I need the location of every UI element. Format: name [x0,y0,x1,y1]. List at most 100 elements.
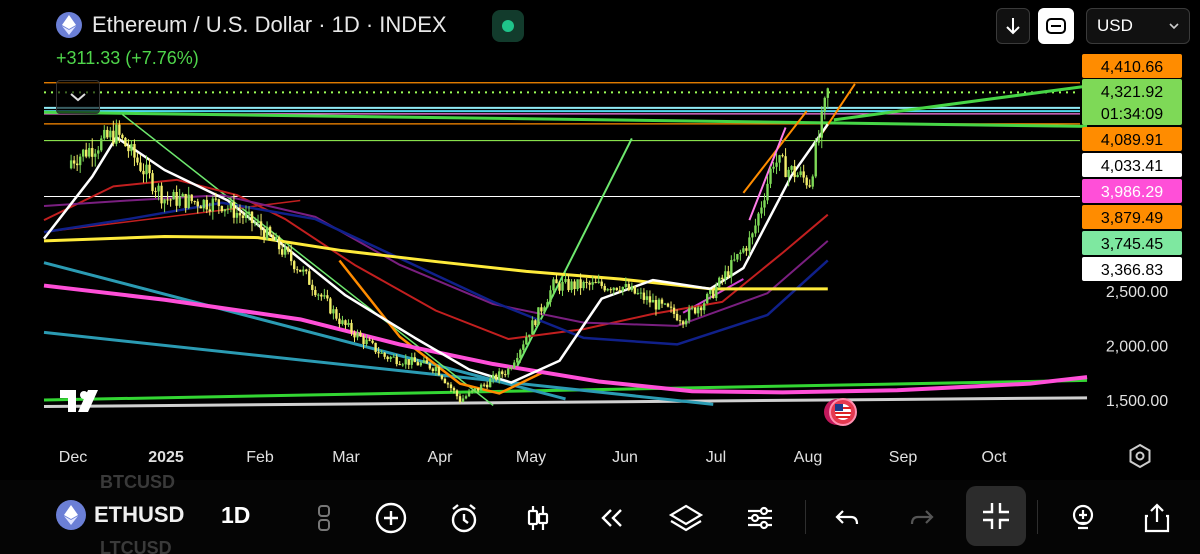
toolbar-divider [805,500,806,534]
candle-body [552,279,555,291]
candle-body [344,320,347,326]
layers-button[interactable] [666,498,706,538]
candle-body [645,296,649,300]
undo-button[interactable] [827,498,867,538]
candle-body [775,162,778,167]
candle-body [241,215,245,218]
chart-type-button[interactable] [518,498,558,538]
candle-body [639,292,643,294]
candle-body [657,299,661,310]
candle [69,154,73,170]
symbol-label: ETHUSD [94,502,185,527]
share-icon [1144,503,1170,533]
candle [609,287,612,294]
candle [760,201,763,219]
candle-body [546,302,549,308]
candle-body [133,144,136,158]
candle-body [582,281,585,289]
collapse-legend-button[interactable] [56,80,100,114]
ethereum-icon [56,12,82,38]
candle [359,330,362,337]
candle [467,388,471,398]
candle-body [567,279,570,291]
drag-handle[interactable] [304,498,344,538]
candle [121,133,124,141]
symbol-button[interactable]: ETHUSD [56,500,184,530]
candle [479,383,483,391]
candle-body [280,249,284,255]
candle-body [606,289,609,291]
candle-body [796,174,799,178]
share-button[interactable] [1137,498,1177,538]
candle-body [585,281,588,283]
candle [666,302,670,308]
candle [633,285,637,295]
candle [440,374,444,381]
price-tag: 4,089.91 [1082,127,1182,151]
candle [91,138,94,167]
candle-body [124,137,127,147]
settings-sliders-button[interactable] [740,498,780,538]
redo-button[interactable] [902,498,942,538]
candle-body [91,148,94,157]
candle-body [467,391,471,397]
y-tick-label: 2,000.00 [1106,339,1168,356]
candle-body [588,282,591,285]
candle-body [100,138,103,151]
candle-body [78,156,82,166]
candle-body [181,194,184,197]
candle [684,318,688,327]
candle [693,306,697,315]
candle-body [555,279,558,284]
alert-button[interactable] [444,498,484,538]
candle-body [446,383,450,385]
candle-body [193,201,196,203]
price-axis[interactable]: 2,500.002,000.001,500.004,410.664,321.92… [1082,54,1182,410]
candle [78,153,82,173]
chart-header: Ethereum / U.S. Dollar · 1D · INDEX +311… [0,0,1200,80]
gear-icon[interactable] [1129,443,1151,469]
candle-body [507,368,510,375]
replay-button[interactable] [1038,8,1074,44]
candle-body [491,374,495,380]
candle [751,232,754,245]
trendline-green-rise [516,137,633,367]
plot-area[interactable] [43,82,1088,426]
interval-button[interactable]: 1D [221,502,250,529]
candle-body [564,279,567,282]
candle-body [103,129,106,139]
candle-body [504,374,507,376]
candle-body [748,237,751,251]
candle-body [618,290,621,292]
candle [139,155,142,173]
us-flag-event-icon[interactable] [824,398,857,426]
candle [338,313,341,328]
ideas-button[interactable] [1063,498,1103,538]
market-status-icon[interactable] [492,10,524,42]
candle [754,218,757,237]
add-indicator-button[interactable] [371,498,411,538]
price-tag-value: 4,033.41 [1101,158,1163,175]
candle [796,172,799,178]
candle [555,274,558,284]
symbol-title[interactable]: Ethereum / U.S. Dollar · 1D · INDEX [92,12,447,38]
candle-body [820,111,823,138]
scroll-to-latest-button[interactable] [996,8,1030,44]
candle-body [787,169,790,178]
candle [112,120,115,147]
fullscreen-button[interactable] [966,486,1026,546]
candle [525,332,528,345]
candle-body [811,176,814,187]
candle-body [537,307,540,326]
candle-body [736,254,739,260]
candle-body [501,371,504,375]
candle-body [630,286,634,291]
currency-select[interactable]: USD [1086,8,1190,44]
candle-body [305,269,308,272]
price-change: +311.33 (+7.76%) [56,48,199,68]
time-axis[interactable]: Dec 2025 Feb Mar Apr May Jun Jul Aug Sep Oct [59,443,1151,469]
candle-body [778,155,781,163]
price-tag-value: 3,745.45 [1101,236,1163,253]
replay-back-button[interactable] [592,498,632,538]
candle-body [136,157,139,163]
